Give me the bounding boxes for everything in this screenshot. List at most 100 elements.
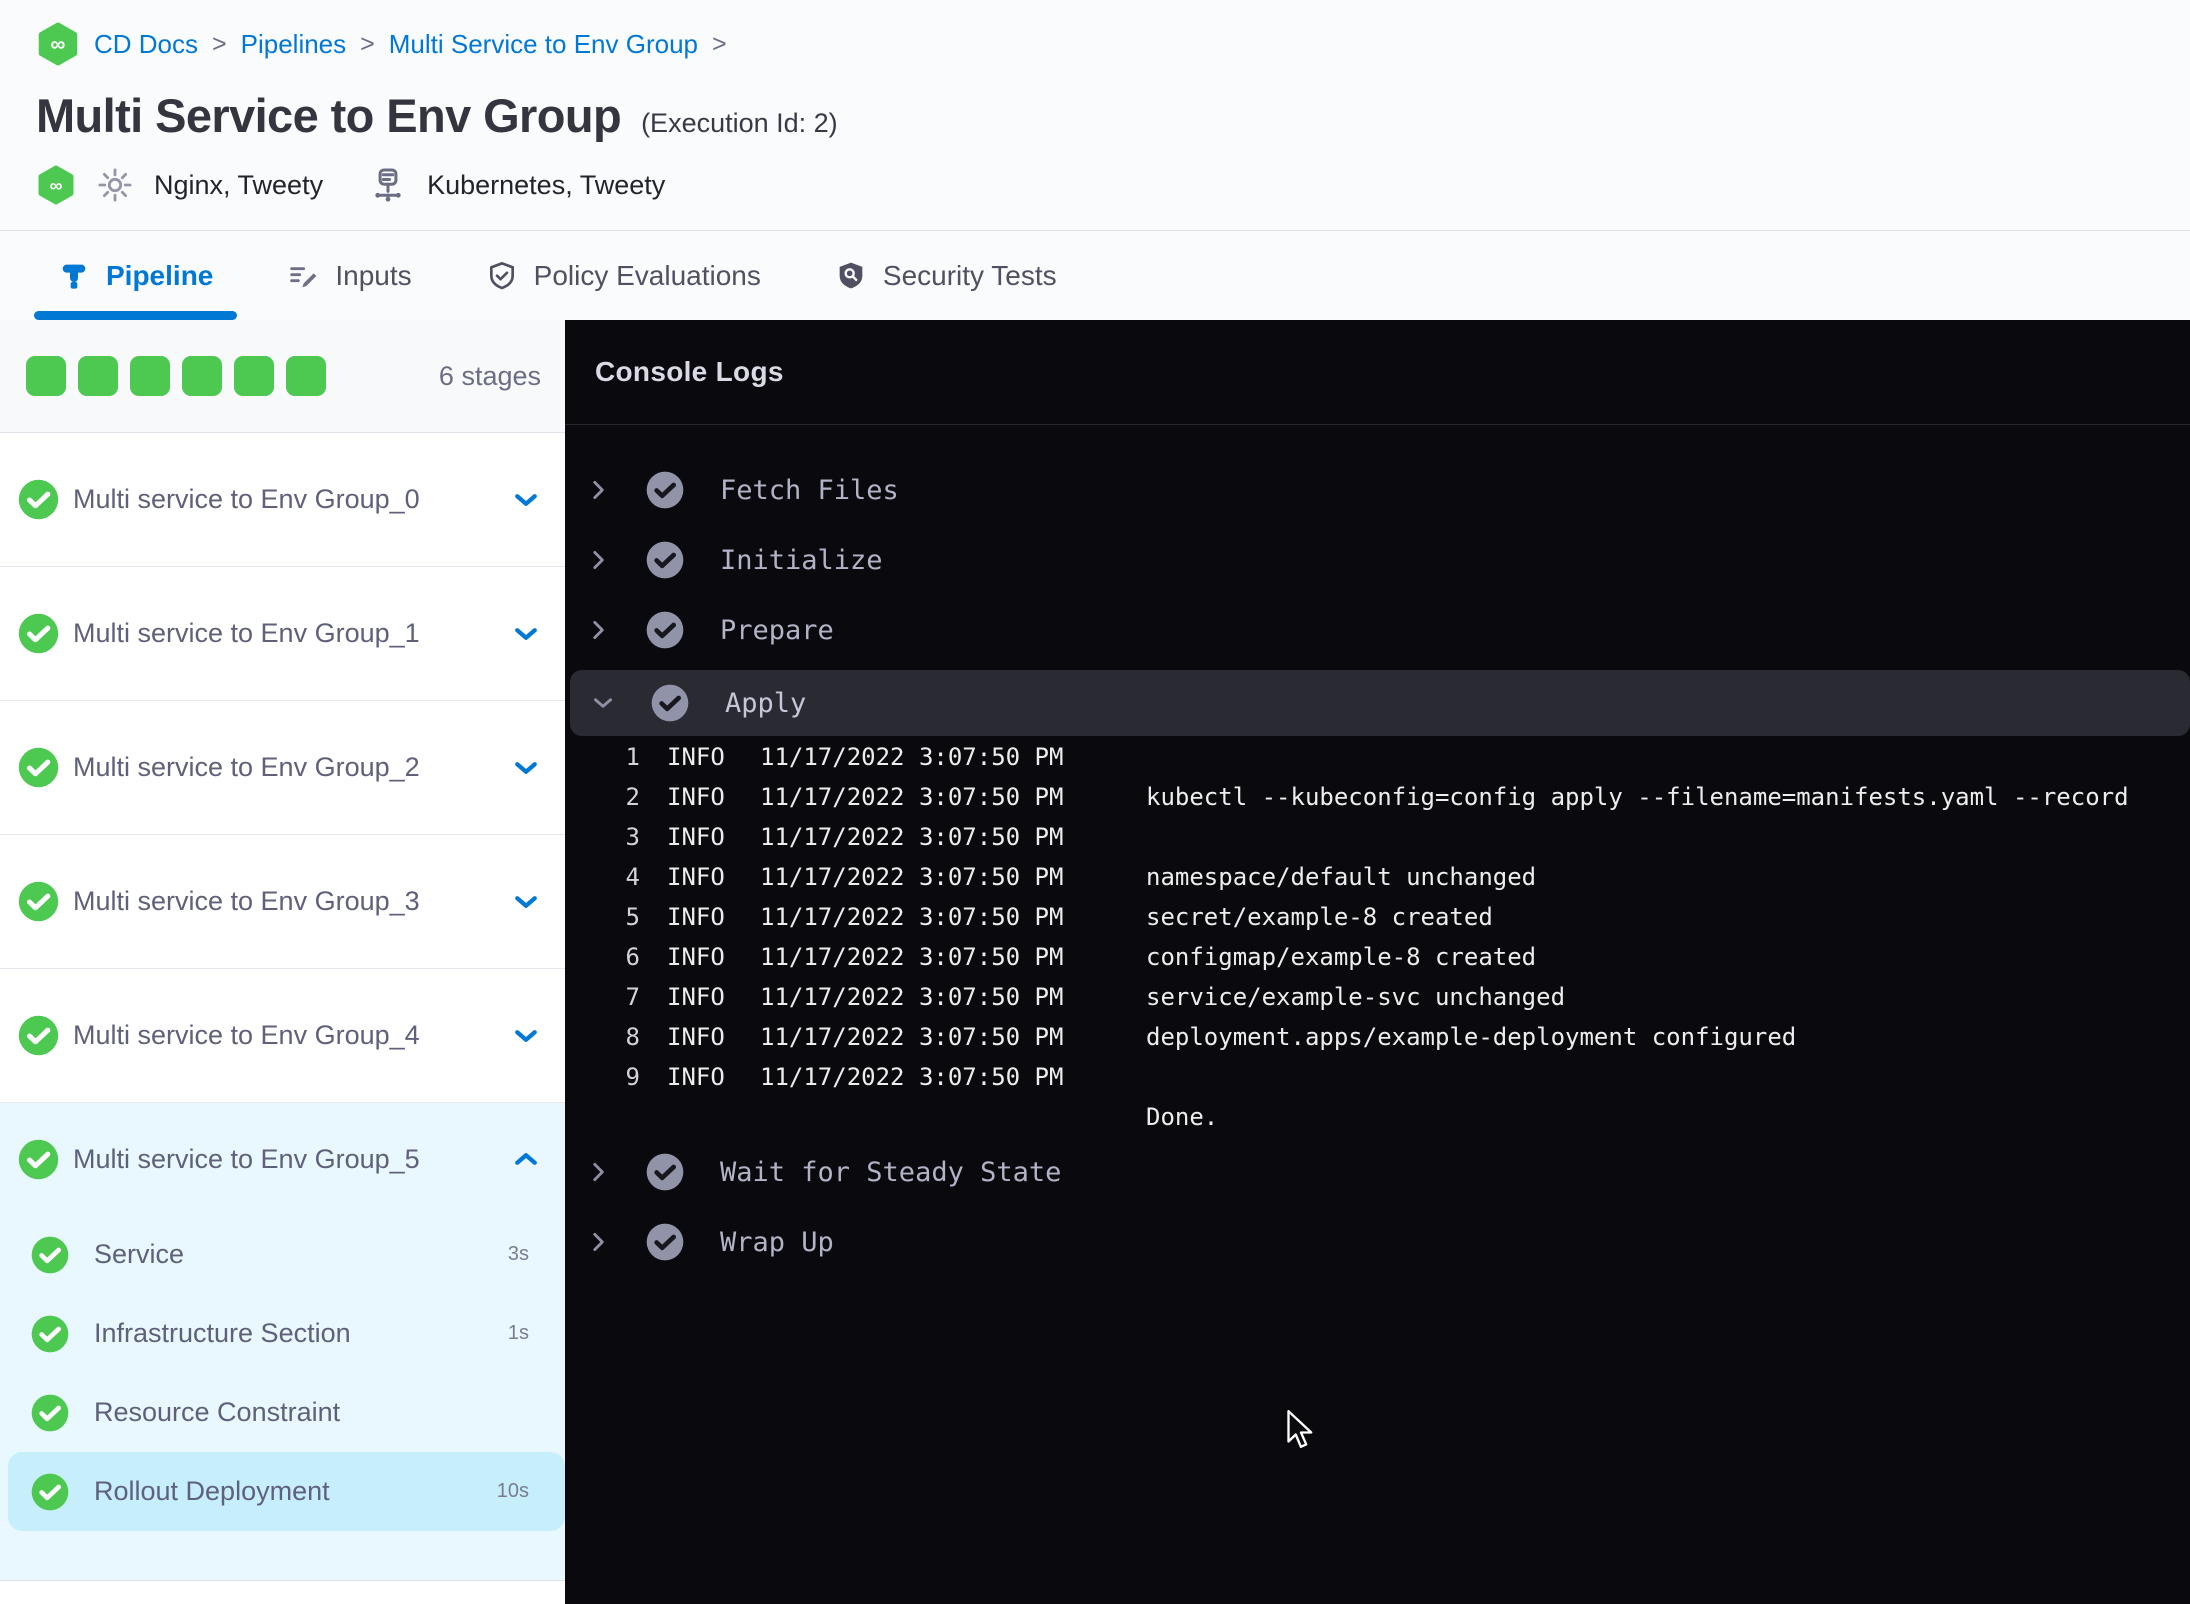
step-label: Rollout Deployment <box>94 1476 330 1506</box>
stage-row[interactable]: Multi service to Env Group_1 <box>0 567 565 701</box>
stage-progress-square <box>182 356 222 396</box>
console-step-collapsed[interactable]: Wait for Steady State <box>565 1137 2190 1207</box>
step-label: Resource Constraint <box>94 1397 341 1427</box>
execution-id: (Execution Id: 2) <box>641 108 838 138</box>
log-timestamp: 11/17/2022 3:07:50 PM <box>760 863 1064 891</box>
tab-security-tests[interactable]: Security Tests <box>811 231 1081 320</box>
log-line: 9 INFO 11/17/2022 3:07:50 PM <box>565 1057 2190 1097</box>
success-check-icon <box>30 1393 70 1433</box>
mouse-cursor <box>1285 1410 1313 1452</box>
content-area: 6 stages Multi service to Env Group_0 Mul… <box>0 320 2190 1604</box>
chevron-down-icon[interactable] <box>590 690 616 716</box>
stage-list: Multi service to Env Group_0 Multi servic… <box>0 433 565 1581</box>
log-line: 7 INFO 11/17/2022 3:07:50 PM service/exampl… <box>565 977 2190 1017</box>
console-step-collapsed[interactable]: Prepare <box>565 595 2190 665</box>
breadcrumb-pipelines[interactable]: Pipelines <box>241 29 347 60</box>
breadcrumb-cd-docs[interactable]: CD Docs <box>94 29 198 60</box>
breadcrumb-separator: > <box>212 29 227 58</box>
stage-progress-square <box>26 356 66 396</box>
stage-step-row[interactable]: Rollout Deployment 10s <box>8 1452 565 1531</box>
step-duration: 1s <box>507 1322 529 1344</box>
chevron-down-icon[interactable] <box>511 485 541 515</box>
stage-label: Multi service to Env Group_4 <box>73 1020 420 1050</box>
shield-search-icon <box>835 260 867 292</box>
stage-step-row[interactable]: Service 3s <box>0 1215 565 1294</box>
log-message: Done. <box>1146 1103 1219 1131</box>
stage-label: Multi service to Env Group_1 <box>73 618 420 648</box>
log-message: deployment.apps/example-deployment confi… <box>1146 1023 1797 1051</box>
breadcrumb-pipeline-name[interactable]: Multi Service to Env Group <box>389 29 698 60</box>
step-label: Service <box>94 1239 185 1269</box>
page-title: Multi Service to Env Group <box>36 89 622 142</box>
log-timestamp: 11/17/2022 3:07:50 PM <box>760 903 1064 931</box>
tab-label: Security Tests <box>882 259 1057 291</box>
stages-sidebar: 6 stages Multi service to Env Group_0 Mul… <box>0 320 565 1604</box>
console-step-expanded[interactable]: Apply <box>570 670 2190 736</box>
chevron-right-icon[interactable] <box>585 477 611 503</box>
success-check-icon <box>17 612 60 655</box>
console-step-collapsed[interactable]: Wrap Up <box>565 1207 2190 1277</box>
success-check-icon <box>17 478 60 521</box>
chevron-down-icon[interactable] <box>511 1021 541 1051</box>
log-line-number: 5 <box>625 903 640 931</box>
log-line: 6 INFO 11/17/2022 3:07:50 PM configmap/exam… <box>565 937 2190 977</box>
chevron-up-icon[interactable] <box>511 1144 541 1174</box>
stage-row[interactable]: Multi service to Env Group_0 <box>0 433 565 567</box>
breadcrumb-separator: > <box>711 29 727 58</box>
log-timestamp: 11/17/2022 3:07:50 PM <box>760 983 1064 1011</box>
log-line: 5 INFO 11/17/2022 3:07:50 PM secret/example… <box>565 897 2190 937</box>
log-message: namespace/default unchanged <box>1146 863 1537 891</box>
step-label: Infrastructure Section <box>94 1318 351 1348</box>
tab-label: Inputs <box>335 259 412 291</box>
title-row: Multi Service to Env Group (Execution Id… <box>36 88 2190 143</box>
log-timestamp: 11/17/2022 3:07:50 PM <box>760 1023 1064 1051</box>
stages-count: 6 stages <box>438 360 541 391</box>
success-check-icon <box>30 1472 70 1512</box>
success-check-icon <box>30 1314 70 1354</box>
tab-policy-evaluations[interactable]: Policy Evaluations <box>462 231 785 320</box>
log-level: INFO <box>667 823 725 851</box>
console-step-collapsed[interactable]: Fetch Files <box>565 455 2190 525</box>
stage-row[interactable]: Multi service to Env Group_2 <box>0 701 565 835</box>
inputs-icon <box>287 260 319 292</box>
stage-step-row[interactable]: Resource Constraint <box>0 1373 565 1452</box>
console-step-label: Apply <box>725 687 807 719</box>
stage-step-row[interactable]: Infrastructure Section 1s <box>0 1294 565 1373</box>
tab-label: Policy Evaluations <box>533 259 761 291</box>
console-step-label: Initialize <box>720 544 883 576</box>
chevron-right-icon[interactable] <box>585 617 611 643</box>
console-step-label: Wrap Up <box>720 1226 834 1258</box>
chevron-right-icon[interactable] <box>585 1229 611 1255</box>
stage-row[interactable]: Multi service to Env Group_3 <box>0 835 565 969</box>
execution-meta-row: ∞ Nginx, Tweety Kubernetes, Tweety <box>36 165 2190 205</box>
console-step-collapsed[interactable]: Initialize <box>565 525 2190 595</box>
log-line-number: 6 <box>625 943 640 971</box>
services-label: Nginx, Tweety <box>154 169 324 200</box>
stage-label: Multi service to Env Group_3 <box>73 886 420 916</box>
stage-label: Multi service to Env Group_5 <box>73 1143 420 1174</box>
breadcrumb-separator: > <box>360 29 375 58</box>
stage-row[interactable]: Multi service to Env Group_5 <box>0 1103 565 1215</box>
log-line-number: 2 <box>625 783 640 811</box>
pipeline-icon <box>58 260 90 292</box>
tab-pipeline[interactable]: Pipeline <box>34 231 238 320</box>
log-level: INFO <box>667 903 725 931</box>
pipeline-execution-page: ∞ CD Docs > Pipelines > Multi Service to… <box>0 0 2190 1604</box>
svg-text:∞: ∞ <box>51 33 66 56</box>
chevron-down-icon[interactable] <box>511 887 541 917</box>
stage-progress-square <box>78 356 118 396</box>
step-success-check-icon <box>645 610 685 650</box>
console-log-lines: 1 INFO 11/17/2022 3:07:50 PM 2 INFO 11/17/202… <box>565 737 2190 1137</box>
chevron-down-icon[interactable] <box>511 753 541 783</box>
chevron-right-icon[interactable] <box>585 547 611 573</box>
step-success-check-icon <box>645 1152 685 1192</box>
tab-inputs[interactable]: Inputs <box>263 231 435 320</box>
console-logs-panel: Console Logs Fetch Files Initialize Prepar… <box>565 320 2190 1604</box>
chevron-down-icon[interactable] <box>511 619 541 649</box>
log-message: service/example-svc unchanged <box>1146 983 1566 1011</box>
log-timestamp: 11/17/2022 3:07:50 PM <box>760 823 1064 851</box>
chevron-right-icon[interactable] <box>585 1159 611 1185</box>
stage-label: Multi service to Env Group_2 <box>73 752 420 782</box>
stage-row[interactable]: Multi service to Env Group_4 <box>0 969 565 1103</box>
log-line-number: 9 <box>625 1063 640 1091</box>
